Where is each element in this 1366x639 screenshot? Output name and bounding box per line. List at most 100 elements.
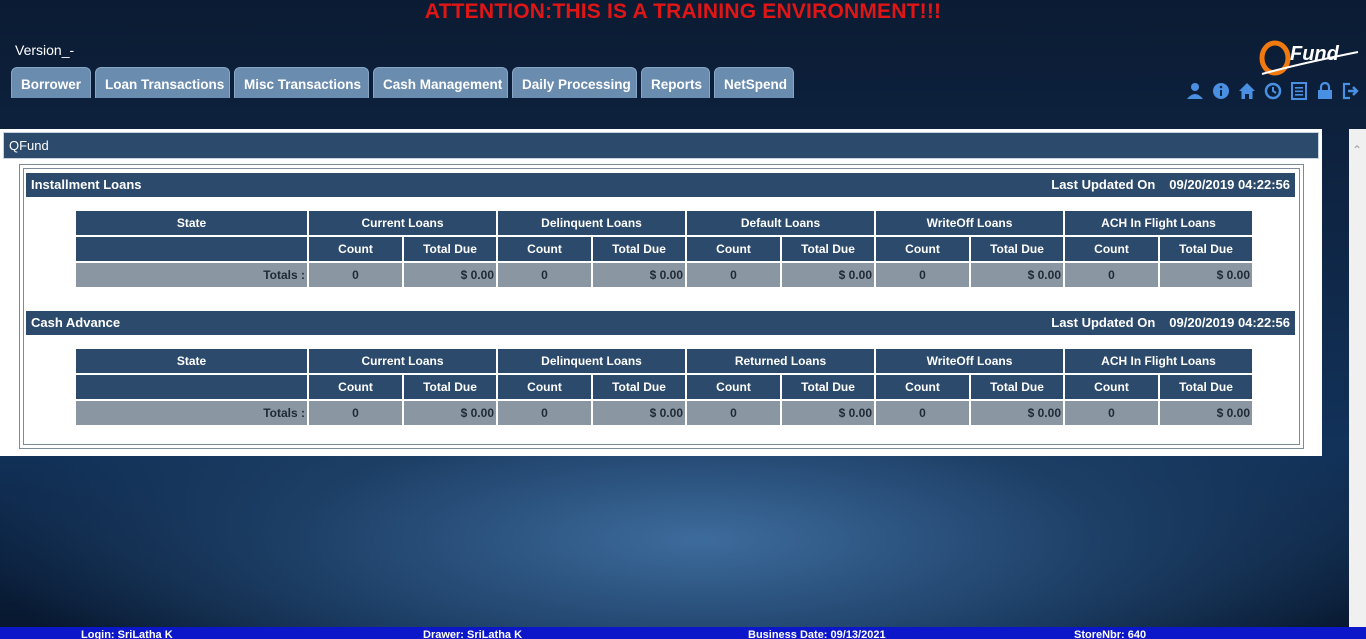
total-writeoff-count: 0 xyxy=(876,263,969,287)
table-header-row: State Current Loans Delinquent Loans Def… xyxy=(76,211,1252,235)
subcol-total-due: Total Due xyxy=(1160,375,1252,399)
col-state: State xyxy=(76,349,307,373)
subcol-total-due: Total Due xyxy=(593,237,685,261)
total-writeoff-count: 0 xyxy=(876,401,969,425)
col-writeoff-loans: WriteOff Loans xyxy=(876,211,1063,235)
subcol-count: Count xyxy=(498,237,591,261)
subcol-total-due: Total Due xyxy=(971,237,1063,261)
subcol-total-due: Total Due xyxy=(971,375,1063,399)
qfund-logo: Fund xyxy=(1258,38,1362,80)
tab-cash-management[interactable]: Cash Management xyxy=(373,67,508,98)
report-frame: Installment Loans Last Updated On 09/20/2… xyxy=(19,164,1304,449)
col-returned-loans: Returned Loans xyxy=(687,349,874,373)
col-ach-inflight-loans: ACH In Flight Loans xyxy=(1065,211,1252,235)
installment-loans-table: State Current Loans Delinquent Loans Def… xyxy=(74,209,1254,289)
last-updated-value: 09/20/2019 04:22:56 xyxy=(1169,177,1290,192)
total-delinquent-count: 0 xyxy=(498,263,591,287)
col-default-loans: Default Loans xyxy=(687,211,874,235)
scroll-up-icon[interactable]: ⌃ xyxy=(1352,143,1362,157)
last-updated-label: Last Updated On xyxy=(1051,177,1156,192)
totals-row: Totals : 0 $ 0.00 0 $ 0.00 0 $ 0.00 0 $ … xyxy=(76,401,1252,425)
table-subheader-row: Count Total Due Count Total Due Count To… xyxy=(76,375,1252,399)
info-icon[interactable] xyxy=(1212,82,1230,100)
subcol-total-due: Total Due xyxy=(404,375,496,399)
total-current-count: 0 xyxy=(309,263,402,287)
subcol-count: Count xyxy=(687,237,780,261)
total-default-count: 0 xyxy=(687,263,780,287)
total-delinquent-due: $ 0.00 xyxy=(593,401,685,425)
col-current-loans: Current Loans xyxy=(309,211,496,235)
subcol-count: Count xyxy=(876,237,969,261)
last-updated-value: 09/20/2019 04:22:56 xyxy=(1169,315,1290,330)
lock-icon[interactable] xyxy=(1316,82,1334,100)
totals-label: Totals : xyxy=(76,263,307,287)
home-icon[interactable] xyxy=(1238,82,1256,100)
total-ach-due: $ 0.00 xyxy=(1160,401,1252,425)
total-writeoff-due: $ 0.00 xyxy=(971,401,1063,425)
logout-icon[interactable] xyxy=(1342,82,1360,100)
col-state: State xyxy=(76,211,307,235)
subcol-count: Count xyxy=(1065,375,1158,399)
tab-daily-processing[interactable]: Daily Processing xyxy=(512,67,637,98)
subcol-count: Count xyxy=(1065,237,1158,261)
total-ach-count: 0 xyxy=(1065,263,1158,287)
vertical-scrollbar[interactable]: ⌃ xyxy=(1349,129,1366,627)
list-icon[interactable] xyxy=(1290,82,1308,100)
table-header-row: State Current Loans Delinquent Loans Ret… xyxy=(76,349,1252,373)
training-banner: ATTENTION:THIS IS A TRAINING ENVIRONMENT… xyxy=(424,0,942,23)
total-current-due: $ 0.00 xyxy=(404,401,496,425)
total-current-due: $ 0.00 xyxy=(404,263,496,287)
section-header-installment: Installment Loans Last Updated On 09/20/2… xyxy=(26,173,1295,197)
col-ach-inflight-loans: ACH In Flight Loans xyxy=(1065,349,1252,373)
status-store-number: StoreNbr: 640 xyxy=(1074,629,1147,639)
toolbar-icons xyxy=(1186,82,1360,100)
section-title: Cash Advance xyxy=(31,315,121,330)
status-login: Login: SriLatha K xyxy=(81,629,173,639)
section-header-cash-advance: Cash Advance Last Updated On 09/20/2019 0… xyxy=(26,311,1295,335)
total-current-count: 0 xyxy=(309,401,402,425)
totals-row: Totals : 0 $ 0.00 0 $ 0.00 0 $ 0.00 0 $ … xyxy=(76,263,1252,287)
subcol-count: Count xyxy=(309,375,402,399)
status-bar: Login: SriLatha K Drawer: SriLatha K Bus… xyxy=(0,627,1366,639)
subcol-count: Count xyxy=(876,375,969,399)
total-writeoff-due: $ 0.00 xyxy=(971,263,1063,287)
subcol-count: Count xyxy=(687,375,780,399)
subcol-total-due: Total Due xyxy=(404,237,496,261)
last-updated-label: Last Updated On xyxy=(1051,315,1156,330)
total-default-due: $ 0.00 xyxy=(782,263,874,287)
subcol-total-due: Total Due xyxy=(593,375,685,399)
status-business-date: Business Date: 09/13/2021 xyxy=(748,629,886,639)
version-label: Version_- xyxy=(15,42,75,58)
tab-netspend[interactable]: NetSpend xyxy=(714,67,794,98)
subcol-total-due: Total Due xyxy=(782,237,874,261)
table-subheader-row: Count Total Due Count Total Due Count To… xyxy=(76,237,1252,261)
totals-label: Totals : xyxy=(76,401,307,425)
user-icon[interactable] xyxy=(1186,82,1204,100)
panel-title: QFund xyxy=(3,132,1319,159)
tab-borrower[interactable]: Borrower xyxy=(11,67,91,98)
total-ach-count: 0 xyxy=(1065,401,1158,425)
total-returned-due: $ 0.00 xyxy=(782,401,874,425)
total-delinquent-due: $ 0.00 xyxy=(593,263,685,287)
total-delinquent-count: 0 xyxy=(498,401,591,425)
qfund-panel: QFund Installment Loans Last Updated On 0… xyxy=(0,129,1322,456)
total-returned-count: 0 xyxy=(687,401,780,425)
subcol-count: Count xyxy=(498,375,591,399)
cash-advance-table: State Current Loans Delinquent Loans Ret… xyxy=(74,347,1254,427)
tab-reports[interactable]: Reports xyxy=(641,67,710,98)
logo-text: Fund xyxy=(1290,43,1340,65)
subcol-count: Count xyxy=(309,237,402,261)
total-ach-due: $ 0.00 xyxy=(1160,263,1252,287)
col-delinquent-loans: Delinquent Loans xyxy=(498,349,685,373)
main-nav-tabs: Borrower Loan Transactions Misc Transact… xyxy=(11,67,794,98)
status-drawer: Drawer: SriLatha K xyxy=(423,629,523,639)
col-current-loans: Current Loans xyxy=(309,349,496,373)
tab-misc-transactions[interactable]: Misc Transactions xyxy=(234,67,369,98)
col-delinquent-loans: Delinquent Loans xyxy=(498,211,685,235)
subcol-total-due: Total Due xyxy=(782,375,874,399)
col-writeoff-loans: WriteOff Loans xyxy=(876,349,1063,373)
tab-loan-transactions[interactable]: Loan Transactions xyxy=(95,67,230,98)
subcol-total-due: Total Due xyxy=(1160,237,1252,261)
clock-icon[interactable] xyxy=(1264,82,1282,100)
section-title: Installment Loans xyxy=(31,177,142,192)
